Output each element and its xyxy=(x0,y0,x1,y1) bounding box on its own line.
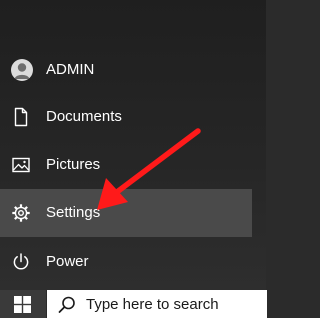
menu-item-label: Pictures xyxy=(46,156,101,173)
taskbar: Type here to search xyxy=(0,290,267,318)
menu-item-settings[interactable]: Settings xyxy=(0,189,252,237)
menu-item-label: ADMIN xyxy=(46,61,95,78)
power-icon xyxy=(10,251,32,273)
menu-item-label: Documents xyxy=(46,108,122,125)
pictures-icon xyxy=(10,154,32,176)
document-icon xyxy=(10,106,32,128)
windows-logo-icon xyxy=(14,296,31,313)
menu-item-admin[interactable]: ADMIN xyxy=(0,46,252,94)
gear-icon xyxy=(10,202,32,224)
menu-item-documents[interactable]: Documents xyxy=(0,93,252,141)
search-placeholder: Type here to search xyxy=(86,296,219,313)
user-avatar-icon xyxy=(11,59,33,81)
start-button[interactable] xyxy=(0,290,46,318)
menu-item-power[interactable]: Power xyxy=(0,238,252,286)
menu-item-pictures[interactable]: Pictures xyxy=(0,141,252,189)
search-box[interactable]: Type here to search xyxy=(46,290,267,318)
menu-item-label: Settings xyxy=(46,204,101,221)
start-menu: ADMIN Documents Pictures Settings Power xyxy=(0,0,266,290)
search-icon xyxy=(58,296,75,313)
menu-item-label: Power xyxy=(46,253,89,270)
